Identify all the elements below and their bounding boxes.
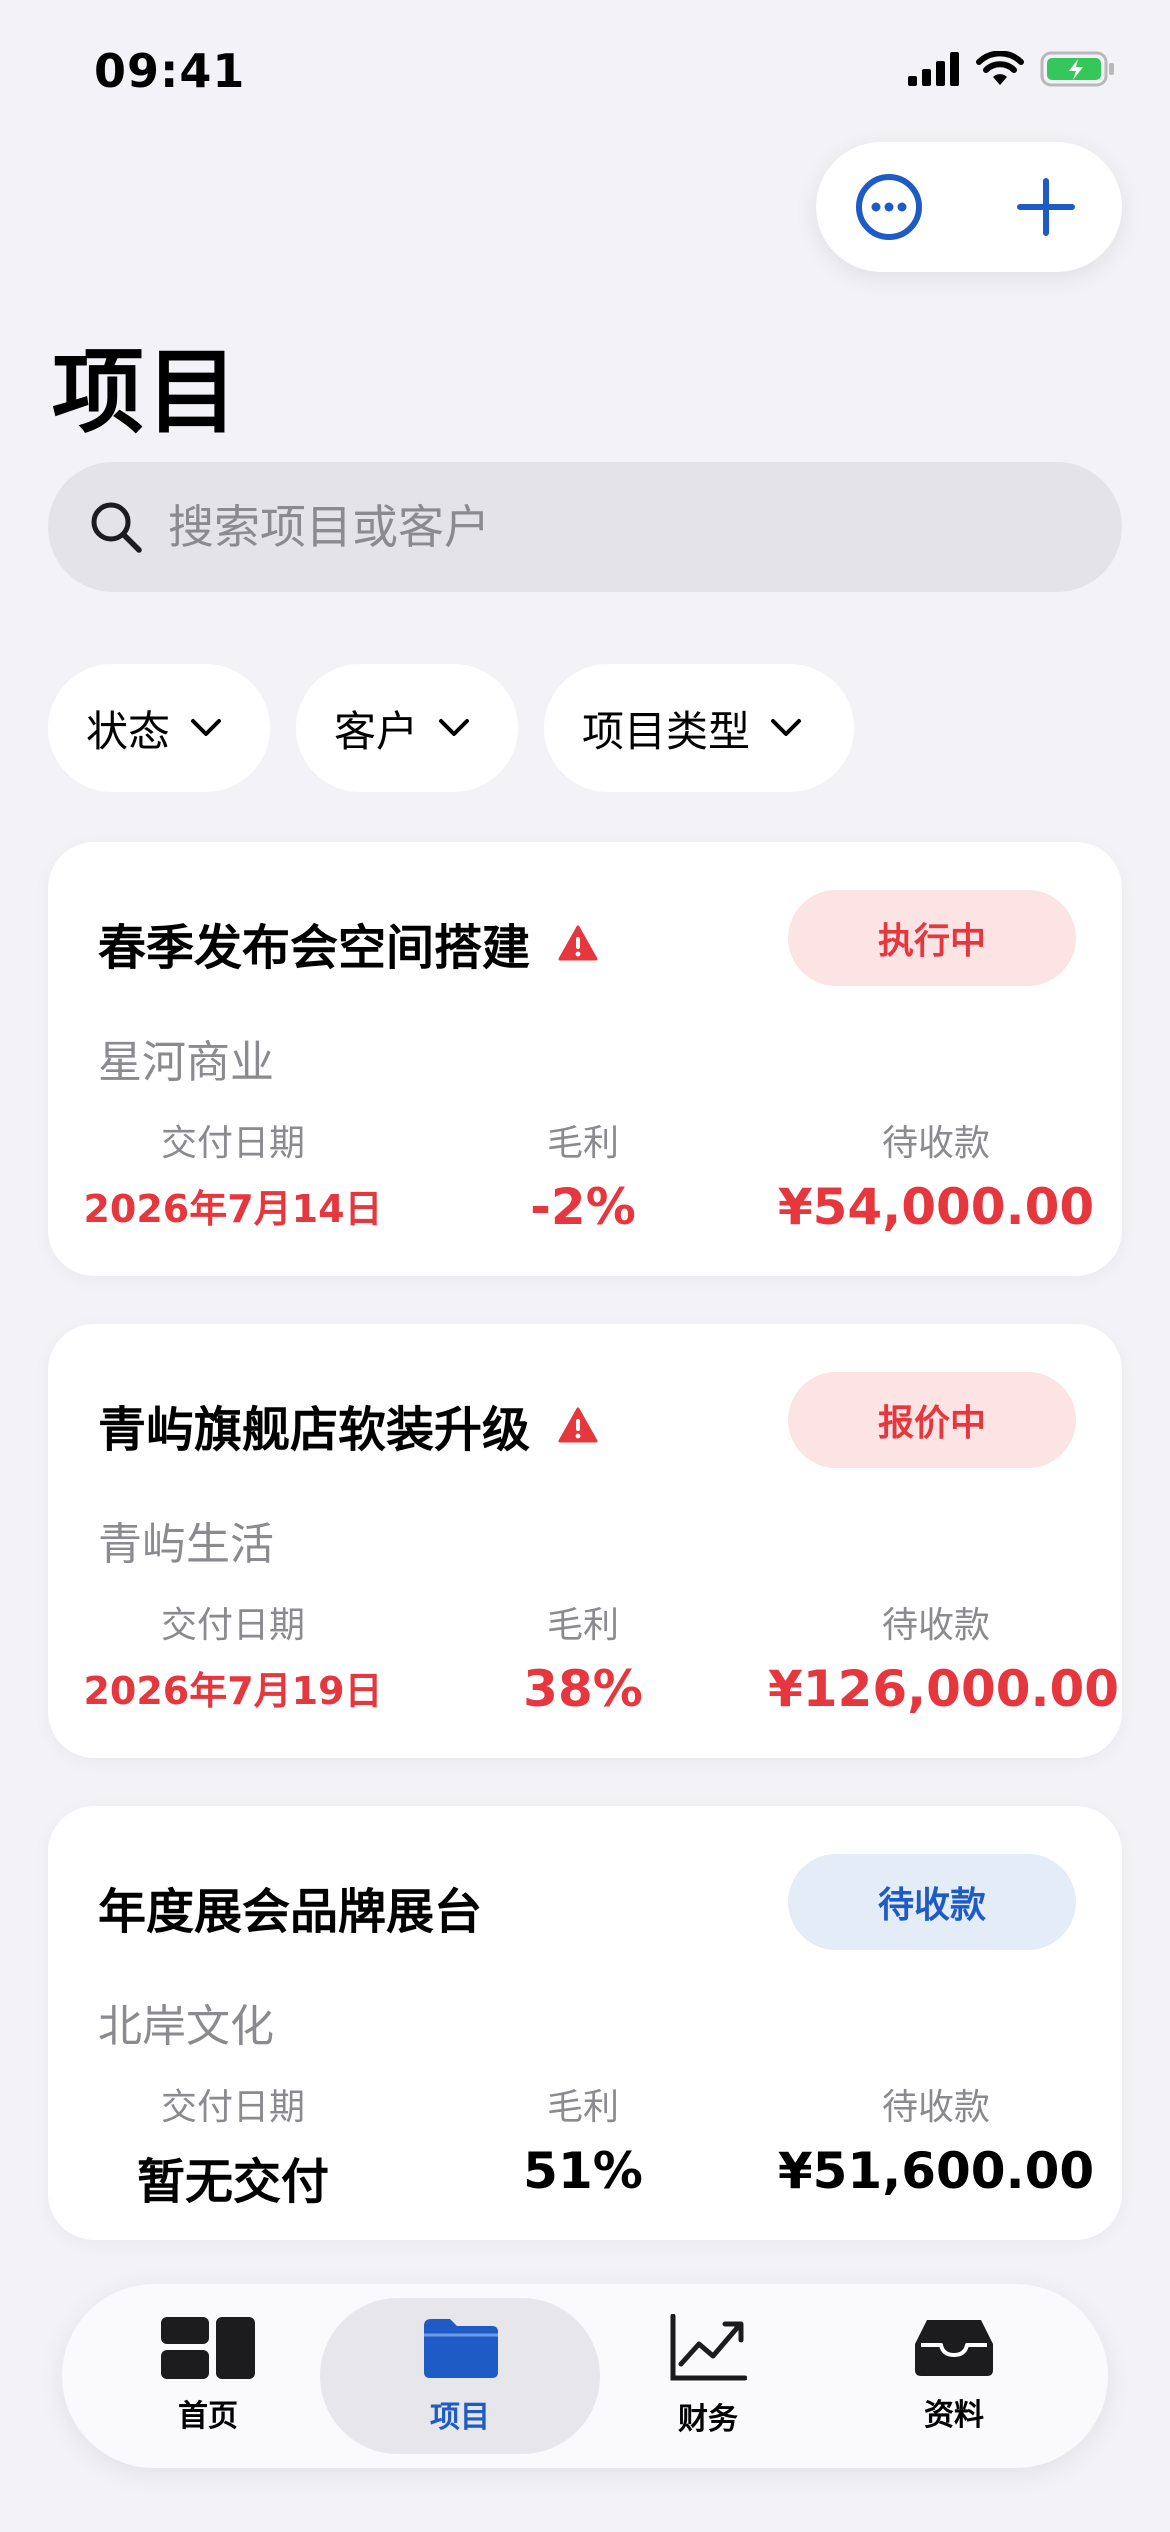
delivery-date-metric: 交付日期 2026年7月19日 [78,1596,388,1715]
chevron-down-icon [771,719,802,736]
signal-icon [908,52,960,90]
battery-icon [1040,50,1116,92]
margin-value: 51% [523,2142,643,2200]
wifi-icon [976,50,1024,91]
delivery-date-value: 2026年7月19日 [83,1669,383,1713]
project-title: 青屿旗舰店软装升级 [98,1402,531,1458]
receivable-metric: 待收款 ¥51,600.00 [768,2078,1104,2200]
metric-label: 待收款 [881,1605,990,1646]
status-badge: 待收款 [788,1854,1076,1950]
project-card[interactable]: 春季发布会空间搭建 执行中 星河商业 交付日期 2026年7月14日 毛利 -2… [48,842,1122,1276]
tab-projects[interactable]: 项目 [320,2298,600,2454]
margin-metric: 毛利 38% [488,1596,678,1718]
delivery-date-metric: 交付日期 暂无交付 [78,2078,388,2212]
plus-icon [1017,178,1075,236]
client-name: 星河商业 [98,1037,274,1088]
filter-label: 项目类型 [582,706,751,756]
tray-icon [915,2320,993,2376]
chart-line-icon [670,2314,747,2381]
tab-label: 项目 [430,2400,490,2435]
search-bar[interactable] [48,462,1122,592]
project-title-row: 青屿旗舰店软装升级 [98,1390,598,1460]
metric-label: 毛利 [546,2087,619,2128]
search-input[interactable] [168,500,1048,554]
filter-project-type[interactable]: 项目类型 [544,664,854,792]
margin-value: 38% [523,1660,643,1718]
status-badge: 报价中 [788,1372,1076,1468]
status-icons [908,50,1116,92]
client-name: 北岸文化 [98,2001,274,2052]
metric-label: 待收款 [881,1123,990,1164]
tab-label: 资料 [924,2398,984,2433]
delivery-date-metric: 交付日期 2026年7月14日 [78,1114,388,1233]
receivable-metric: 待收款 ¥126,000.00 [768,1596,1120,1718]
chevron-down-icon [191,719,222,736]
chevron-down-icon [439,719,470,736]
tab-materials[interactable]: 资料 [814,2298,1094,2454]
receivable-value: ¥51,600.00 [777,2142,1095,2200]
metric-label: 毛利 [546,1605,619,1646]
warning-icon [558,1407,598,1443]
add-project-button[interactable] [1016,177,1076,237]
folder-icon [424,2319,498,2378]
tab-bar: 首页 项目 财务 资料 [62,2284,1108,2468]
tab-finance[interactable]: 财务 [568,2298,848,2454]
receivable-value: ¥126,000.00 [768,1660,1120,1718]
project-title-row: 年度展会品牌展台 [98,1872,482,1942]
project-card[interactable]: 年度展会品牌展台 待收款 北岸文化 交付日期 暂无交付 毛利 51% 待收款 ¥… [48,1806,1122,2240]
status-badge: 执行中 [788,890,1076,986]
delivery-date-value: 暂无交付 [136,2154,329,2210]
top-actions [816,142,1122,272]
filter-bar: 状态 客户 项目类型 [48,664,854,792]
metric-label: 交付日期 [160,1605,305,1646]
filter-label: 客户 [334,706,419,756]
project-card[interactable]: 青屿旗舰店软装升级 报价中 青屿生活 交付日期 2026年7月19日 毛利 38… [48,1324,1122,1758]
filter-client[interactable]: 客户 [296,664,518,792]
tab-label: 财务 [678,2402,738,2437]
filter-label: 状态 [86,706,171,756]
receivable-metric: 待收款 ¥54,000.00 [768,1114,1104,1236]
tab-home[interactable]: 首页 [68,2298,348,2454]
metric-label: 毛利 [546,1123,619,1164]
project-title: 年度展会品牌展台 [98,1884,483,1940]
metric-label: 交付日期 [160,1123,305,1164]
client-name: 青屿生活 [98,1519,274,1570]
search-icon [91,502,142,553]
warning-icon [558,925,598,961]
project-title: 春季发布会空间搭建 [98,920,531,976]
page-title: 项目 [52,339,241,446]
tab-label: 首页 [178,2399,238,2434]
project-title-row: 春季发布会空间搭建 [98,908,598,978]
metric-label: 交付日期 [160,2087,305,2128]
more-button[interactable] [854,172,924,242]
margin-metric: 毛利 -2% [488,1114,678,1236]
delivery-date-value: 2026年7月14日 [83,1187,383,1231]
metric-label: 待收款 [881,2087,990,2128]
status-time: 09:41 [94,44,246,98]
margin-metric: 毛利 51% [488,2078,678,2200]
receivable-value: ¥54,000.00 [777,1178,1095,1236]
filter-status[interactable]: 状态 [48,664,270,792]
margin-value: -2% [530,1178,636,1236]
projects-screen: 09:41 项目 搜索项目或客户 状态 客户 项目类型 春季发布会空间搭建 执行… [0,0,1170,2532]
dashboard-icon [161,2317,255,2379]
ellipsis-circle-icon [856,174,922,240]
